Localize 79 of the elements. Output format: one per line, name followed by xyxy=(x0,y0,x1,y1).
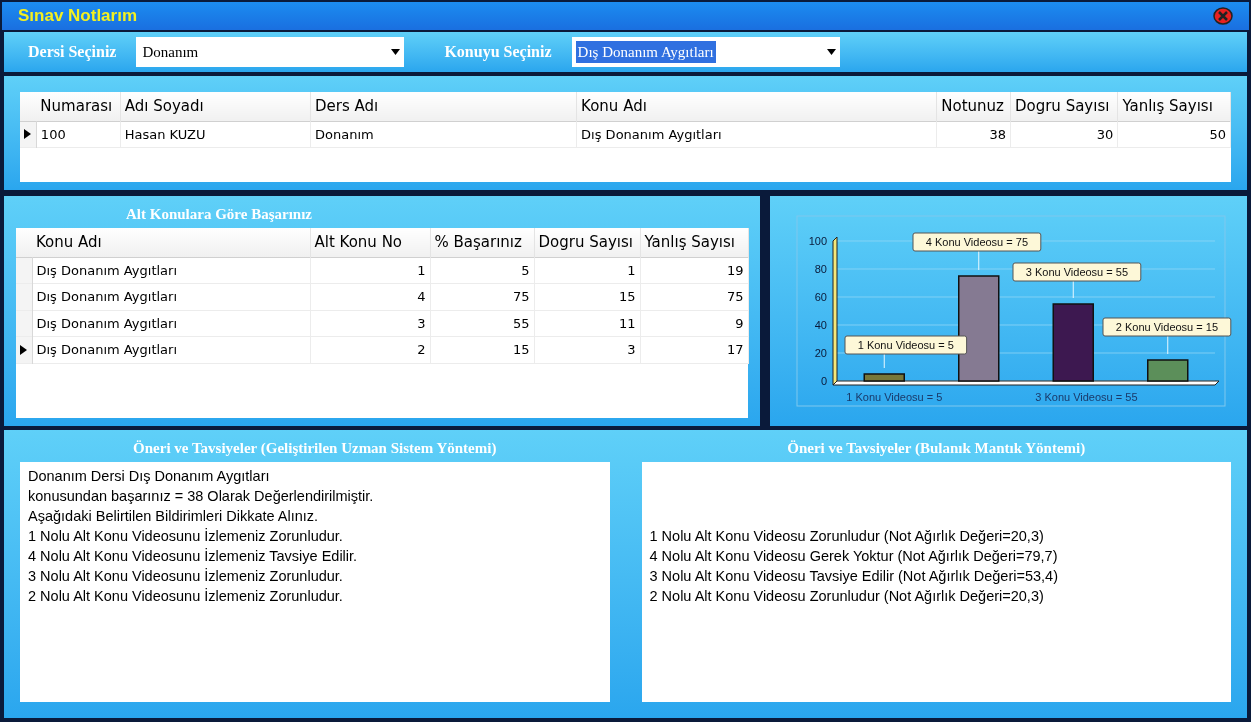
column-header[interactable]: Yanlış Sayısı xyxy=(1117,92,1231,121)
advice-line: konusundan başarınız = 38 Olarak Değerlendirilmiştir. xyxy=(28,487,375,506)
dropdown-value: Donanım xyxy=(141,42,200,62)
x-tick-label: 4 Konu Videosu = 75 xyxy=(925,236,1028,248)
table-cell: 1 xyxy=(310,257,430,284)
table-cell: 3 xyxy=(310,310,430,337)
advice-line: 3 Nolu Alt Konu Videosunu İzlemeniz Zorunludur. xyxy=(28,567,344,586)
table-cell: Dış Donanım Aygıtları xyxy=(32,257,310,284)
section-title: Alt Konulara Göre Başarınız xyxy=(126,204,312,224)
column-header[interactable]: % Başarınız xyxy=(430,228,534,257)
advice-line: 2 Nolu Alt Konu Videosunu İzlemeniz Zorunludur. xyxy=(28,587,344,606)
table-cell: 11 xyxy=(534,310,640,337)
data-label: 2 Konu Videosu = 15 xyxy=(1102,317,1231,355)
dropdown-value: Dış Donanım Aygıtları xyxy=(575,40,716,64)
table-cell: 30 xyxy=(1010,121,1118,148)
table-cell: 75 xyxy=(430,283,534,310)
filter-label: Dersi Seçiniz xyxy=(28,42,117,63)
column-header[interactable]: Dogru Sayısı xyxy=(1010,92,1118,121)
y-tick-label: 100 xyxy=(808,235,827,247)
column-header[interactable]: Yanlış Sayısı xyxy=(640,228,748,257)
table-cell: 50 xyxy=(1117,121,1231,148)
table-cell: Dış Donanım Aygıtları xyxy=(576,121,937,148)
y-tick-label: 80 xyxy=(814,263,827,275)
window-title: Sınav Notlarım xyxy=(18,5,138,28)
y-tick-label: 40 xyxy=(814,319,827,331)
table-cell: Hasan KUZU xyxy=(120,121,311,148)
y-tick-label: 60 xyxy=(814,291,827,303)
advice-line: 2 Nolu Alt Konu Videosu Zorunludur (Not Ağırlık Değeri=20,3) xyxy=(649,587,1045,606)
table-cell: 2 xyxy=(310,336,430,363)
advice-line: 4 Nolu Alt Konu Videosu Gerek Yoktur (Not Ağırlık Değeri=79,7) xyxy=(649,547,1059,566)
column-header[interactable]: Numarası xyxy=(36,92,121,121)
advice-line: Donanım Dersi Dış Donanım Aygıtları xyxy=(28,467,271,486)
advice-line: 3 Nolu Alt Konu Videosu Tavsiye Edilir (Not Ağırlık Değeri=53,4) xyxy=(649,567,1059,586)
dropdown-caret-icon xyxy=(826,49,836,55)
advice-line: Aşağıdaki Belirtilen Bildirimleri Dikkate Alınız. xyxy=(28,507,320,526)
section-title: Öneri ve Tavsiyeler (Geliştirilen Uzman Sistem Yöntemi) xyxy=(133,438,497,458)
table-cell: 15 xyxy=(534,283,640,310)
table-cell: 17 xyxy=(640,336,748,363)
table-cell: 5 xyxy=(430,257,534,284)
column-header[interactable]: Ders Adı xyxy=(310,92,577,121)
x-tick-label: 3 Konu Videosu = 55 xyxy=(1034,391,1137,403)
filter-label: Konuyu Seçiniz xyxy=(444,42,552,63)
x-tick-label: 2 Konu Videosu = 15 xyxy=(1115,321,1218,333)
column-header[interactable]: Konu Adı xyxy=(32,228,310,257)
advice-line: 4 Nolu Alt Konu Videosunu İzlemeniz Tavsiye Edilir. xyxy=(28,547,359,566)
table-cell: Donanım xyxy=(310,121,577,148)
advice-line: 1 Nolu Alt Konu Videosunu İzlemeniz Zorunludur. xyxy=(28,527,344,546)
row-header[interactable] xyxy=(16,336,32,363)
row-header[interactable] xyxy=(20,121,37,148)
column-header[interactable]: Notunuz xyxy=(936,92,1011,121)
table-cell: 38 xyxy=(936,121,1011,148)
table-cell: Dış Donanım Aygıtları xyxy=(32,283,310,310)
dropdown[interactable]: Donanım xyxy=(136,37,405,67)
table-cell: 75 xyxy=(640,283,748,310)
column-header[interactable]: Dogru Sayısı xyxy=(534,228,640,257)
x-tick-label: 1 Konu Videosu = 5 xyxy=(845,391,942,403)
section-title: Öneri ve Tavsiyeler (Bulanık Mantık Yöntemi) xyxy=(787,438,1086,458)
table-cell: 100 xyxy=(36,121,121,148)
y-tick-label: 20 xyxy=(814,347,827,359)
table-cell: 4 xyxy=(310,283,430,310)
table-cell: Dış Donanım Aygıtları xyxy=(32,310,310,337)
advice-line: 1 Nolu Alt Konu Videosu Zorunludur (Not Ağırlık Değeri=20,3) xyxy=(649,527,1045,546)
current-row-icon xyxy=(24,129,31,140)
dropdown-caret-icon xyxy=(391,49,401,55)
table-cell: Dış Donanım Aygıtları xyxy=(32,336,310,363)
close-icon[interactable] xyxy=(1213,7,1233,25)
table-cell: 15 xyxy=(430,336,534,363)
column-header[interactable]: Alt Konu No xyxy=(310,228,430,257)
table-cell: 1 xyxy=(534,257,640,284)
column-header[interactable]: Konu Adı xyxy=(576,92,937,121)
column-header[interactable]: Adı Soyadı xyxy=(120,92,311,121)
current-row-icon xyxy=(20,344,27,355)
table-cell: 3 xyxy=(534,336,640,363)
table-cell: 19 xyxy=(640,257,748,284)
dropdown[interactable]: Dış Donanım Aygıtları xyxy=(571,37,840,67)
y-tick-label: 0 xyxy=(820,375,827,387)
table-cell: 9 xyxy=(640,310,748,337)
data-label: 1 Konu Videosu = 5 xyxy=(844,335,967,369)
table-cell: 55 xyxy=(430,310,534,337)
